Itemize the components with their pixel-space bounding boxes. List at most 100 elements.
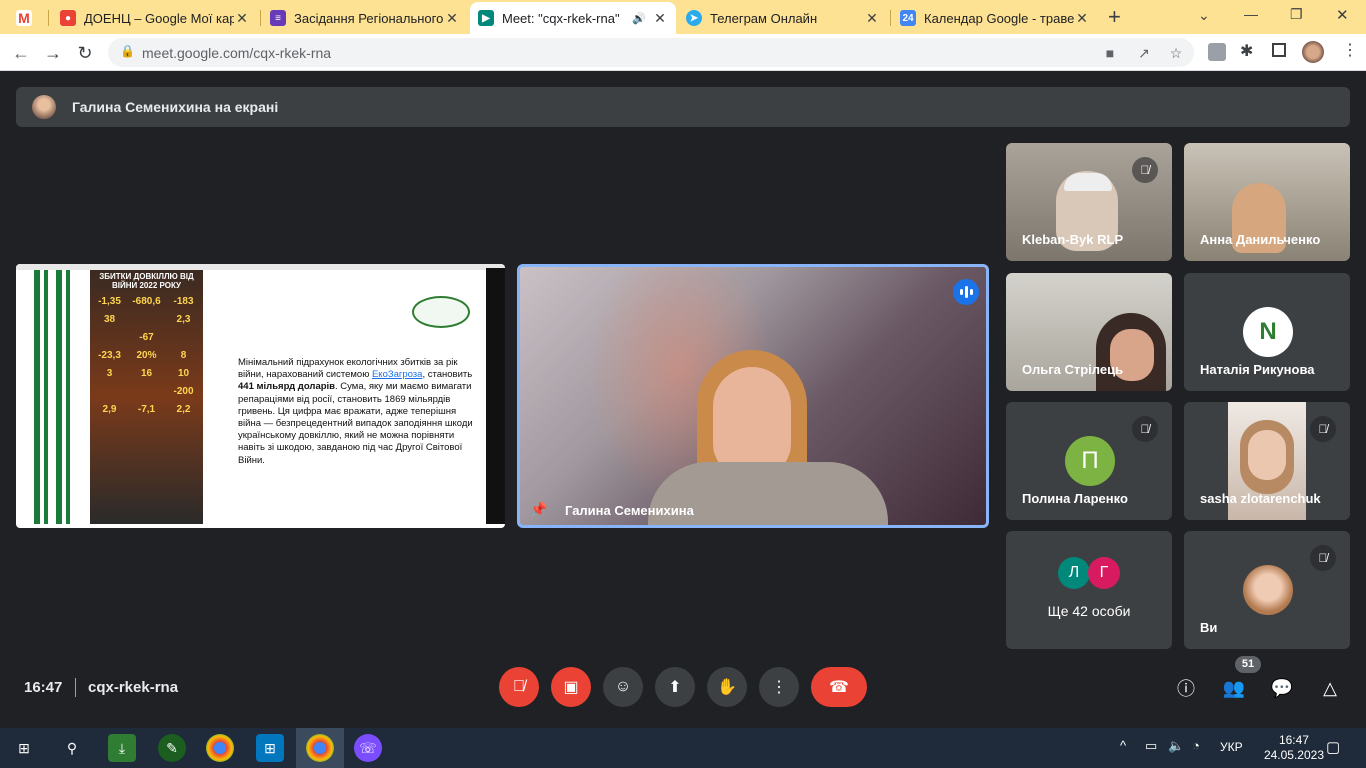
stat-value: -200 bbox=[173, 386, 194, 397]
side-panel-icon[interactable] bbox=[1272, 43, 1286, 57]
speaker-audio-icon[interactable]: 🔊 bbox=[632, 12, 646, 25]
stat-value: 2,2 bbox=[176, 404, 191, 415]
stat-value: 2,9 bbox=[102, 404, 117, 415]
ecology-logo bbox=[412, 296, 470, 328]
raise-hand-button[interactable]: ✋ bbox=[707, 667, 747, 707]
app-icon[interactable]: ⤓ bbox=[108, 734, 136, 762]
mic-off-button[interactable]: 🎙̸ bbox=[499, 667, 539, 707]
participant-tile[interactable]: 🎙̸ Kleban-Byk RLP bbox=[1006, 143, 1172, 261]
volume-icon[interactable]: 🔈 bbox=[1168, 738, 1184, 754]
chrome-icon[interactable] bbox=[206, 734, 234, 762]
participant-name: Ольга Стрілець bbox=[1022, 362, 1124, 377]
participant-name: Полина Ларенко bbox=[1022, 491, 1128, 506]
stat-value bbox=[92, 332, 127, 343]
share-icon[interactable]: ↗ bbox=[1134, 43, 1154, 63]
stat-value: -67 bbox=[139, 332, 154, 343]
pin-icon[interactable]: 📌 bbox=[529, 501, 549, 521]
infographic-title: ЗБИТКИ ДОВКІЛЛЮ ВІД ВІЙНИ 2022 РОКУ bbox=[99, 272, 194, 290]
participant-tile[interactable]: Анна Данильченко bbox=[1184, 143, 1350, 261]
tab-maps[interactable]: ● ДОЕНЦ – Google Мої карти ✕ bbox=[52, 2, 258, 34]
search-icon[interactable]: ⚲ bbox=[58, 734, 86, 762]
meeting-code: cqx-rkek-rna bbox=[88, 679, 179, 696]
infographic: ЗБИТКИ ДОВКІЛЛЮ ВІД ВІЙНИ 2022 РОКУ -1,3… bbox=[90, 270, 203, 524]
speaker-tile[interactable]: 📌 Галина Семенихина bbox=[517, 264, 989, 528]
close-icon[interactable]: ✕ bbox=[234, 10, 250, 27]
battery-icon[interactable]: ▭ bbox=[1145, 738, 1157, 754]
forward-icon[interactable]: → bbox=[40, 40, 66, 66]
more-participants-label: Ще 42 особи bbox=[1047, 603, 1131, 619]
extension-icon[interactable] bbox=[1208, 43, 1226, 61]
participant-name: Kleban-Byk RLP bbox=[1022, 232, 1124, 247]
address-bar[interactable]: 🔒 meet.google.com/cqx-rkek-rna ■ ↗ ☆ bbox=[108, 38, 1194, 67]
profile-avatar[interactable] bbox=[1302, 41, 1324, 63]
ecozagroza-link[interactable]: ЕкоЗагроза bbox=[372, 369, 422, 380]
info-icon[interactable]: ⓘ bbox=[1172, 674, 1200, 702]
lock-icon[interactable]: 🔒 bbox=[120, 44, 135, 58]
stat-value: 3 bbox=[106, 368, 113, 379]
back-icon[interactable]: ← bbox=[8, 40, 34, 66]
app-icon[interactable]: ✎ bbox=[158, 734, 186, 762]
close-icon[interactable]: ✕ bbox=[864, 10, 880, 27]
shared-screen[interactable]: ЗБИТКИ ДОВКІЛЛЮ ВІД ВІЙНИ 2022 РОКУ -1,3… bbox=[16, 264, 505, 528]
tab-meet[interactable]: ▶ Meet: "cqx-rkek-rna" 🔊 ✕ bbox=[470, 2, 676, 34]
close-window-button[interactable]: ✕ bbox=[1336, 6, 1349, 24]
tab-calendar[interactable]: 24 Календар Google - травен ✕ bbox=[892, 2, 1098, 34]
chat-icon[interactable]: 💬 bbox=[1268, 674, 1296, 702]
participant-tile[interactable]: 🎙̸ sasha zlotarenchuk bbox=[1184, 402, 1350, 520]
stat-value bbox=[129, 386, 164, 397]
restore-button[interactable]: ❐ bbox=[1290, 6, 1303, 23]
close-icon[interactable]: ✕ bbox=[1074, 10, 1090, 27]
camera-icon[interactable]: ■ bbox=[1100, 43, 1120, 63]
participant-name: Анна Данильченко bbox=[1200, 232, 1321, 247]
leave-call-button[interactable]: ☎ bbox=[811, 667, 867, 707]
app-icon[interactable]: ⊞ bbox=[256, 734, 284, 762]
people-icon[interactable]: 👥 bbox=[1220, 674, 1248, 702]
viber-icon[interactable]: ☏ bbox=[354, 734, 382, 762]
banner-text: Галина Семенихина на екрані bbox=[72, 99, 279, 115]
minimize-button[interactable]: — bbox=[1244, 6, 1258, 22]
participant-tile[interactable]: Ольга Стрілець bbox=[1006, 273, 1172, 391]
participant-tile[interactable]: N Наталія Рикунова bbox=[1184, 273, 1350, 391]
close-icon[interactable]: ✕ bbox=[652, 10, 668, 27]
new-tab-button[interactable]: + bbox=[1108, 4, 1121, 30]
stat-value: 16 bbox=[140, 368, 153, 379]
chevron-up-icon[interactable]: ^ bbox=[1120, 738, 1126, 753]
meet-icon: ▶ bbox=[478, 10, 494, 26]
bookmark-star-icon[interactable]: ☆ bbox=[1166, 43, 1186, 63]
camera-off-button[interactable]: ▣ bbox=[551, 667, 591, 707]
stat-value: -23,3 bbox=[98, 350, 121, 361]
more-options-button[interactable]: ⋮ bbox=[759, 667, 799, 707]
slide-side-bar bbox=[486, 268, 505, 524]
reload-icon[interactable]: ↻ bbox=[72, 40, 98, 66]
close-icon[interactable]: ✕ bbox=[444, 10, 460, 27]
avatar: N bbox=[1243, 307, 1293, 357]
reactions-button[interactable]: ☺ bbox=[603, 667, 643, 707]
tab-forms[interactable]: ≡ Засідання Регіонального с ✕ bbox=[262, 2, 468, 34]
menu-icon[interactable]: ⋮ bbox=[1342, 40, 1358, 60]
stat-value: 8 bbox=[180, 350, 187, 361]
chrome-icon[interactable] bbox=[306, 734, 334, 762]
self-tile[interactable]: 🎙̸ Ви bbox=[1184, 531, 1350, 649]
infographic-stats: -1,35 -680,6 -183 38 2,3 -67 -23,3 20% 8 3 16 10 -20… bbox=[92, 296, 201, 415]
green-decoration bbox=[34, 270, 72, 524]
more-participants-tile[interactable]: Л Г Ще 42 особи bbox=[1006, 531, 1172, 649]
tray-clock[interactable]: 16:47 24.05.2023 bbox=[1264, 733, 1324, 763]
participant-tile[interactable]: П 🎙̸ Полина Ларенко bbox=[1006, 402, 1172, 520]
tab-telegram[interactable]: ➤ Телеграм Онлайн ✕ bbox=[678, 2, 888, 34]
puzzle-icon[interactable]: ✱ bbox=[1240, 41, 1253, 61]
tab-search-icon[interactable]: ⌄ bbox=[1198, 7, 1210, 24]
tab-title: Календар Google - травен bbox=[924, 10, 1074, 26]
notifications-icon[interactable]: ▢ bbox=[1326, 738, 1340, 756]
language-indicator[interactable]: УКР bbox=[1220, 740, 1243, 754]
stat-value: -680,6 bbox=[132, 296, 161, 307]
calendar-icon: 24 bbox=[900, 10, 916, 26]
activities-icon[interactable]: △ bbox=[1316, 674, 1344, 702]
tab-gmail[interactable]: M bbox=[8, 2, 44, 34]
url-text[interactable]: meet.google.com/cqx-rkek-rna bbox=[142, 45, 331, 61]
present-button[interactable]: ⬆ bbox=[655, 667, 695, 707]
wifi-icon[interactable]: ◔ bbox=[1192, 738, 1200, 753]
browser-toolbar: ← → ↻ 🔒 meet.google.com/cqx-rkek-rna ■ ↗… bbox=[0, 34, 1366, 71]
muted-mic-icon: 🎙̸ bbox=[1310, 545, 1336, 571]
stat-value: -183 bbox=[173, 296, 194, 307]
windows-start-icon[interactable]: ⊞ bbox=[10, 734, 38, 762]
